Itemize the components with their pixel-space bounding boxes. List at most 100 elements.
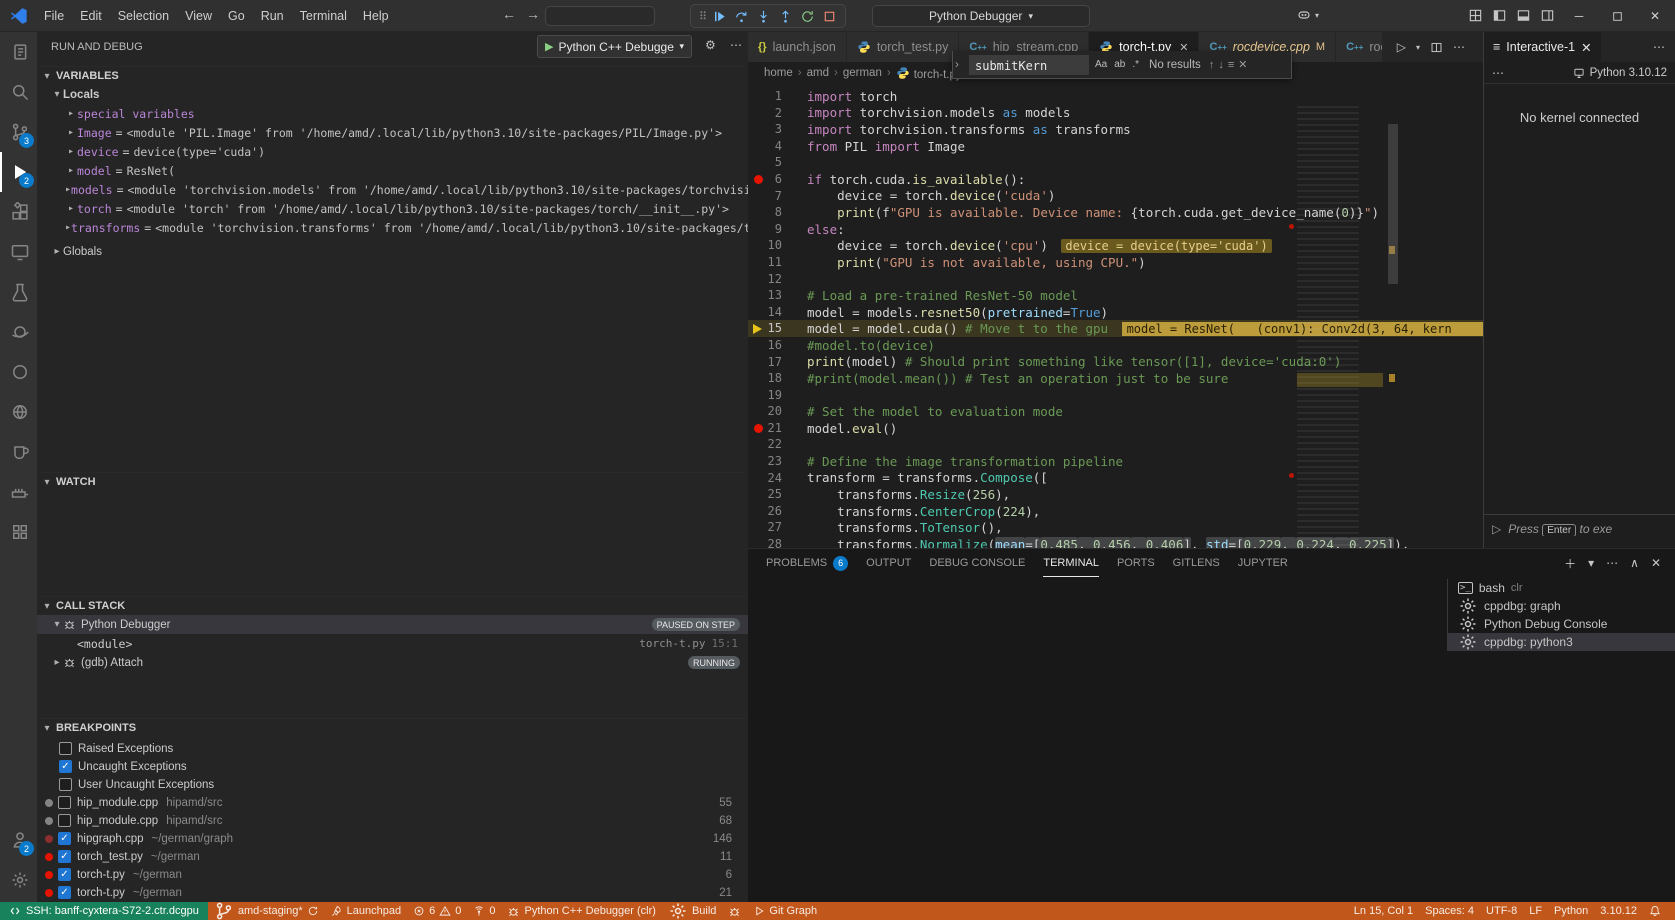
- menu-terminal[interactable]: Terminal: [292, 5, 355, 27]
- activity-source-control[interactable]: 3: [0, 112, 37, 152]
- restart-icon[interactable]: [800, 9, 815, 24]
- breakpoint-row[interactable]: User Uncaught Exceptions: [37, 775, 748, 794]
- find-toggle-ab[interactable]: ab: [1112, 58, 1127, 71]
- gutter[interactable]: 3: [748, 121, 807, 138]
- terminal-item-python-debug-console[interactable]: Python Debug Console: [1448, 615, 1675, 633]
- gutter[interactable]: 15: [748, 320, 807, 337]
- launch-config-dropdown[interactable]: ▶ Python C++ Debugger ▾: [537, 35, 692, 58]
- gutter[interactable]: 8: [748, 204, 807, 221]
- find-next-icon[interactable]: ↓: [1218, 59, 1224, 71]
- menu-help[interactable]: Help: [355, 5, 397, 27]
- terminal-item-cppdbg-graph[interactable]: cppdbg: graph: [1448, 597, 1675, 615]
- gutter[interactable]: 2: [748, 105, 807, 122]
- tab-interactive-1[interactable]: ≡ Interactive-1 ✕: [1484, 32, 1601, 62]
- status-problems[interactable]: 60: [407, 905, 467, 917]
- tab-launch-json[interactable]: {}launch.json: [748, 32, 847, 62]
- find-previous-icon[interactable]: ↑: [1209, 59, 1215, 71]
- panel-tab-jupyter[interactable]: JUPYTER: [1238, 549, 1288, 577]
- sidebar-more-actions-icon[interactable]: ⋯: [730, 38, 742, 52]
- menu-selection[interactable]: Selection: [110, 5, 177, 27]
- find-collapse-chevron-icon[interactable]: ›: [955, 59, 965, 71]
- status-build[interactable]: Build: [662, 901, 722, 920]
- gutter[interactable]: 13: [748, 287, 807, 304]
- tab-rocpi[interactable]: C++rocpi: [1336, 32, 1382, 62]
- breakpoint-checkbox[interactable]: [59, 778, 72, 791]
- breakpoint-row[interactable]: ✓torch_test.py~/german11: [37, 847, 748, 866]
- gutter[interactable]: 24: [748, 470, 807, 487]
- panel-tab-gitlens[interactable]: GITLENS: [1173, 549, 1220, 577]
- menu-edit[interactable]: Edit: [72, 5, 110, 27]
- breakpoint-row[interactable]: ✓torch-t.py~/german21: [37, 883, 748, 902]
- activity-containers[interactable]: [0, 472, 37, 512]
- toolbar-more-actions-icon[interactable]: ⋯: [1492, 66, 1504, 80]
- editor-more-actions-icon[interactable]: ⋯: [1453, 40, 1465, 54]
- section-variables[interactable]: ▾VARIABLES: [37, 66, 748, 85]
- toggle-sidebar-icon[interactable]: [1492, 8, 1507, 23]
- gutter[interactable]: 6: [748, 171, 807, 188]
- new-terminal-icon[interactable]: ＋: [1564, 555, 1576, 572]
- breakpoint-checkbox[interactable]: [58, 796, 71, 809]
- panel-tab-debug-console[interactable]: DEBUG CONSOLE: [929, 549, 1025, 577]
- menu-file[interactable]: File: [36, 5, 72, 27]
- tab-torch-test-py[interactable]: torch_test.py: [847, 32, 960, 62]
- remote-indicator[interactable]: SSH: banff-cyxtera-S72-2.ctr.dcgpu: [0, 902, 208, 920]
- activity-live-share[interactable]: [0, 352, 37, 392]
- breakpoint-row[interactable]: ✓torch-t.py~/german6: [37, 865, 748, 884]
- close-icon[interactable]: ✕: [1581, 40, 1591, 55]
- variable-row[interactable]: ▸Image=<module 'PIL.Image' from '/home/a…: [37, 123, 748, 142]
- menu-go[interactable]: Go: [220, 5, 253, 27]
- group-more-actions-icon[interactable]: ⋯: [1653, 40, 1665, 54]
- run-cell-icon[interactable]: ▷: [1492, 522, 1501, 536]
- run-dropdown-chevron-icon[interactable]: ▾: [1416, 43, 1420, 52]
- breakpoint-row[interactable]: hip_module.cpphipamd/src68: [37, 811, 748, 830]
- breakpoint-row[interactable]: hip_module.cpphipamd/src55: [37, 793, 748, 812]
- scope-locals[interactable]: ▾Locals: [37, 85, 748, 104]
- step-into-icon[interactable]: [756, 9, 771, 24]
- run-file-icon[interactable]: ▷: [1397, 40, 1406, 54]
- toggle-secondary-sidebar-icon[interactable]: [1540, 8, 1555, 23]
- gutter[interactable]: 18: [748, 370, 807, 387]
- find-close-icon[interactable]: ✕: [1238, 58, 1247, 71]
- breakpoint-checkbox[interactable]: ✓: [58, 868, 71, 881]
- section-breakpoints[interactable]: ▾BREAKPOINTS: [37, 718, 748, 737]
- section-watch[interactable]: ▾WATCH: [37, 472, 748, 491]
- terminal-profile-chevron-icon[interactable]: ▾: [1588, 556, 1594, 570]
- gutter[interactable]: 23: [748, 453, 807, 470]
- variable-row[interactable]: ▸models=<module 'torchvision.models' fro…: [37, 180, 748, 199]
- activity-accounts[interactable]: 2: [0, 820, 37, 860]
- breakpoint-row[interactable]: ✓hipgraph.cpp~/german/graph146: [37, 829, 748, 848]
- maximize-button[interactable]: [1598, 0, 1636, 32]
- scope-globals[interactable]: ▸Globals: [37, 242, 748, 261]
- gutter[interactable]: 27: [748, 519, 807, 536]
- gutter[interactable]: 22: [748, 436, 807, 453]
- customize-layout-icon[interactable]: [1468, 8, 1483, 23]
- find-toggle-Aa[interactable]: Aa: [1093, 58, 1109, 71]
- variable-row[interactable]: ▸device=device(type='cuda'): [37, 142, 748, 161]
- find-toggle-dot*[interactable]: .*: [1130, 58, 1141, 71]
- status-git-branch[interactable]: amd-staging*: [208, 901, 325, 920]
- code-editor[interactable]: 1import torch2import torchvision.models …: [748, 84, 1483, 548]
- section-call-stack[interactable]: ▾CALL STACK: [37, 596, 748, 615]
- activity-jupyter[interactable]: [0, 312, 37, 352]
- kernel-picker[interactable]: Python 3.10.12: [1573, 67, 1667, 79]
- panel-more-actions-icon[interactable]: ⋯: [1606, 556, 1618, 570]
- gutter[interactable]: 7: [748, 188, 807, 205]
- variable-row[interactable]: ▸transforms=<module 'torchvision.transfo…: [37, 218, 748, 237]
- status-encoding[interactable]: UTF-8: [1480, 905, 1523, 917]
- activity-extensions[interactable]: [0, 192, 37, 232]
- close-button[interactable]: ✕: [1636, 0, 1674, 32]
- gutter[interactable]: 20: [748, 403, 807, 420]
- status-notifications[interactable]: [1643, 905, 1667, 917]
- status-python-version[interactable]: 3.10.12: [1594, 905, 1643, 917]
- status-debug-tool[interactable]: [722, 905, 747, 918]
- minimize-button[interactable]: ─: [1560, 0, 1598, 32]
- step-over-icon[interactable]: [734, 9, 749, 24]
- gutter[interactable]: 1: [748, 88, 807, 105]
- maximize-panel-icon[interactable]: ∧: [1630, 556, 1639, 570]
- breakpoint-checkbox[interactable]: ✓: [58, 886, 71, 899]
- minimap[interactable]: [1297, 106, 1383, 548]
- panel-tab-output[interactable]: OUTPUT: [866, 549, 911, 577]
- interactive-input-row[interactable]: ▷ Press Enter to exe: [1484, 514, 1675, 542]
- close-panel-icon[interactable]: ✕: [1651, 556, 1661, 570]
- gutter[interactable]: 19: [748, 387, 807, 404]
